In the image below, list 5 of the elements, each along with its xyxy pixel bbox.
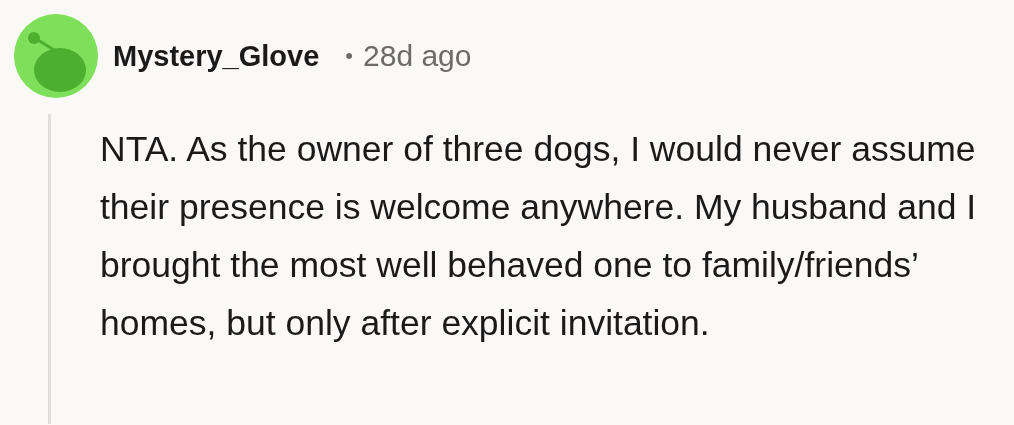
avatar-icon[interactable] [14,14,98,98]
separator-dot: • [345,43,354,69]
comment-text: NTA. As the owner of three dogs, I would never assume their presence is welcome anywhere. My husband and I brought the most well behaved one to family/friends’ homes, but only after explicit invitation. [100,128,978,345]
comment-age: 28d ago [363,39,472,73]
username[interactable]: Mystery_Glove [113,39,320,73]
